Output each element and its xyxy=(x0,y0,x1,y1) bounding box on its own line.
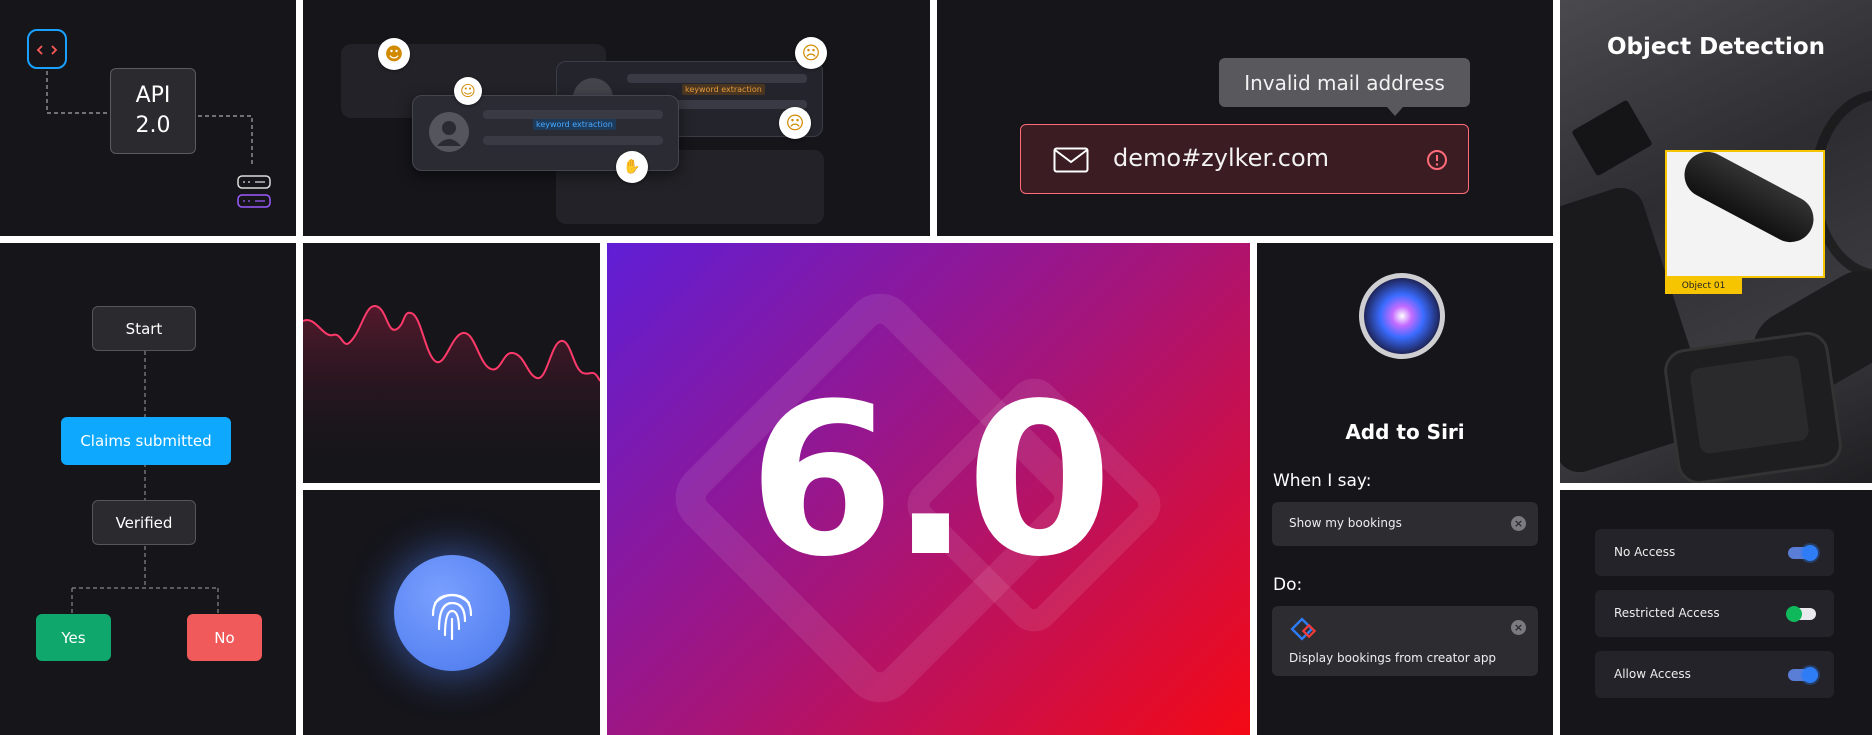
email-input[interactable]: demo#zylker.com xyxy=(1020,124,1469,194)
fingerprint-button[interactable] xyxy=(394,555,510,671)
api-version: 2.0 xyxy=(135,113,171,138)
smartwatch-image xyxy=(1661,329,1845,483)
detection-label: Object 01 xyxy=(1665,278,1742,294)
flow-node-verified: Verified xyxy=(92,500,196,545)
clear-phrase-icon[interactable]: × xyxy=(1511,516,1526,531)
fingerprint-icon xyxy=(431,593,473,641)
email-value: demo#zylker.com xyxy=(1113,144,1329,172)
creator-app-icon xyxy=(1290,617,1317,641)
flow-node-yes: Yes xyxy=(36,614,111,661)
api-title: API xyxy=(135,83,171,108)
siri-title: Add to Siri xyxy=(1345,420,1465,444)
keyword-highlight: keyword extraction xyxy=(682,84,765,95)
detection-box xyxy=(1665,143,1825,278)
sd-card-image xyxy=(1571,99,1653,177)
access-label: Allow Access xyxy=(1614,667,1691,681)
restricted-access-toggle[interactable] xyxy=(1786,606,1816,622)
surprised-emoji-icon: ☹ xyxy=(795,37,827,69)
object-detection-title: Object Detection xyxy=(1606,34,1826,60)
tooltip-arrow xyxy=(1387,107,1403,116)
angry-emoji-icon: ☹ xyxy=(779,107,811,139)
flowchart-tile: Start Claims submitted Verified Yes No xyxy=(0,243,296,735)
api-version-card: API 2.0 xyxy=(110,68,196,154)
do-label: Do: xyxy=(1273,575,1303,595)
action-field[interactable]: Display bookings from creator app × xyxy=(1272,606,1538,676)
thumbs-up-emoji-icon: ✋ xyxy=(616,151,648,183)
tooltip-text: Invalid mail address xyxy=(1244,70,1445,95)
usb-drive-image xyxy=(1676,143,1822,251)
access-row-allow[interactable]: Allow Access xyxy=(1595,651,1834,698)
access-label: Restricted Access xyxy=(1614,606,1720,620)
mail-icon xyxy=(1053,147,1089,173)
phrase-text: Show my bookings xyxy=(1289,516,1402,530)
access-row-no-access[interactable]: No Access xyxy=(1595,529,1834,576)
fingerprint-tile xyxy=(303,490,600,735)
siri-icon xyxy=(1359,273,1445,359)
server-icon xyxy=(237,175,271,211)
access-row-restricted[interactable]: Restricted Access xyxy=(1595,590,1834,637)
when-label: When I say: xyxy=(1273,471,1372,491)
flow-node-claims: Claims submitted xyxy=(61,417,231,465)
allow-access-toggle[interactable] xyxy=(1788,667,1818,683)
keyword-highlight: keyword extraction xyxy=(533,119,616,130)
action-text: Display bookings from creator app xyxy=(1289,651,1497,665)
avatar xyxy=(429,112,469,152)
neutral-emoji-icon: ☺ xyxy=(454,77,482,105)
siri-tile: Add to Siri When I say: Show my bookings… xyxy=(1257,243,1553,735)
flow-node-start: Start xyxy=(92,306,196,351)
error-tooltip: Invalid mail address xyxy=(1219,58,1470,107)
api-tile: API 2.0 xyxy=(0,0,296,236)
hero-tile: 6.0 xyxy=(607,243,1250,735)
comments-tile: keyword extraction keyword extraction ☻ … xyxy=(303,0,930,236)
no-access-toggle[interactable] xyxy=(1788,545,1818,561)
version-number: 6.0 xyxy=(748,358,1112,603)
wave-area xyxy=(303,305,600,483)
flow-node-no: No xyxy=(187,614,262,661)
email-validation-tile: Invalid mail address demo#zylker.com xyxy=(937,0,1553,236)
access-label: No Access xyxy=(1614,545,1676,559)
grinning-emoji-icon: ☻ xyxy=(378,38,410,70)
wave-chart-tile xyxy=(303,243,600,483)
object-detection-tile: Object Detection Object 01 xyxy=(1560,0,1872,483)
phrase-field[interactable]: Show my bookings × xyxy=(1272,502,1538,546)
clear-action-icon[interactable]: × xyxy=(1511,620,1526,635)
error-icon xyxy=(1427,150,1447,170)
